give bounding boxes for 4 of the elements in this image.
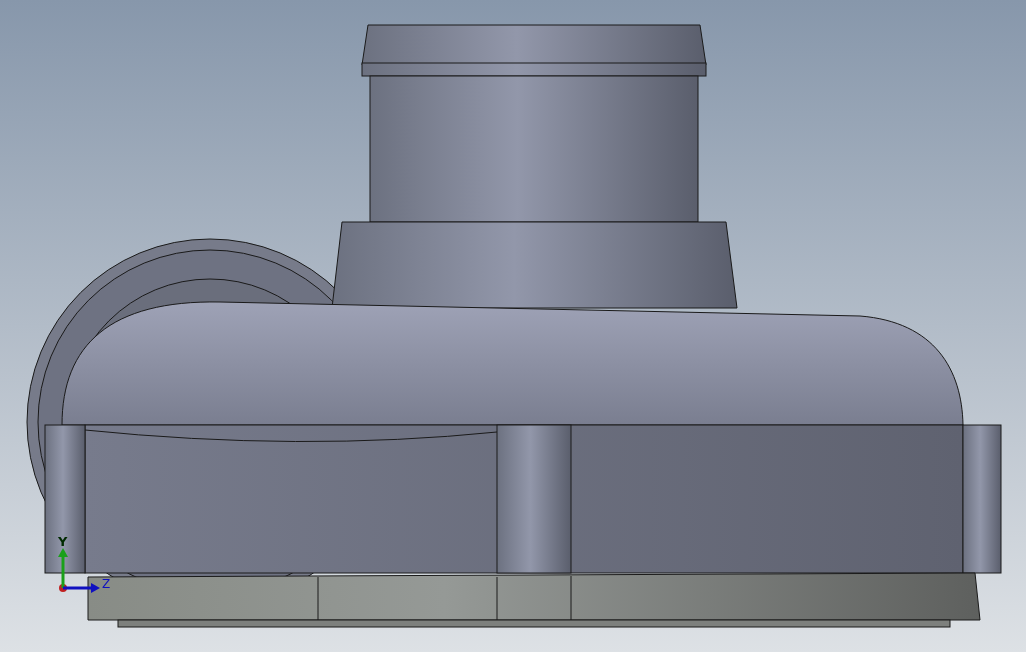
axis-label: Y [58,534,68,549]
origin-icon [59,584,67,592]
axis-label: Z [102,577,111,591]
cad-viewport[interactable]: Y Z [0,0,1026,652]
